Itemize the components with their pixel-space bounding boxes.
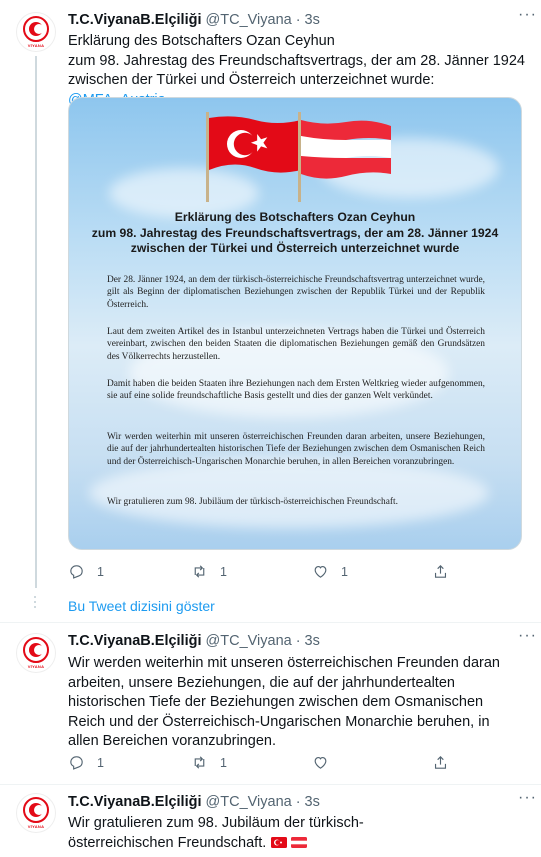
reply-count: 1	[97, 755, 104, 770]
more-icon[interactable]: ···	[518, 790, 537, 806]
avatar[interactable]: VİYANA	[16, 633, 56, 673]
flag-austria-icon	[291, 836, 308, 848]
retweet-button[interactable]: 1	[191, 754, 227, 771]
author-name[interactable]: T.C.ViyanaB.Elçiliği	[68, 10, 202, 30]
tweet-2[interactable]: VİYANA T.C.ViyanaB.Elçiliği @TC_Viyana ·…	[0, 623, 541, 788]
timestamp[interactable]: 3s	[305, 10, 320, 30]
more-icon[interactable]: ···	[518, 628, 537, 644]
share-icon	[434, 756, 447, 769]
avatar-caption: VİYANA	[27, 824, 45, 829]
like-count: 1	[341, 564, 348, 579]
document-paragraph: Damit haben die beiden Staaten ihre Bezi…	[107, 379, 485, 402]
embassy-seal-icon	[23, 637, 49, 663]
like-icon	[314, 565, 327, 578]
tweet-image[interactable]: Erklärung des Botschafters Ozan Ceyhun z…	[68, 97, 522, 550]
tweet-text: Wir werden weiterhin mit unseren österre…	[68, 655, 500, 749]
document-title: Erklärung des Botschafters Ozan Ceyhun z…	[91, 210, 499, 255]
tweet-1[interactable]: VİYANA T.C.ViyanaB.Elçiliği @TC_Viyana ·…	[0, 0, 541, 610]
author-handle[interactable]: @TC_Viyana	[206, 631, 292, 651]
embassy-seal-icon	[23, 16, 49, 42]
avatar-caption: VİYANA	[27, 43, 45, 48]
avatar[interactable]: VİYANA	[16, 793, 56, 833]
retweet-icon	[194, 756, 205, 769]
like-button[interactable]: 1	[312, 563, 348, 580]
reply-count: 1	[97, 564, 104, 579]
share-button[interactable]	[432, 754, 461, 771]
tweet-3[interactable]: VİYANA T.C.ViyanaB.Elçiliği @TC_Viyana ·…	[0, 785, 541, 857]
avatar[interactable]: VİYANA	[16, 12, 56, 52]
thread-line	[35, 56, 37, 588]
tweet-header: T.C.ViyanaB.Elçiliği @TC_Viyana · 3s	[68, 10, 529, 30]
reply-button[interactable]: 1	[68, 754, 104, 771]
retweet-button[interactable]: 1	[191, 563, 227, 580]
flag-austria-icon	[301, 120, 391, 179]
document-paragraph: Wir werden weiterhin mit unseren österre…	[107, 432, 485, 467]
author-handle[interactable]: @TC_Viyana	[206, 10, 292, 30]
embassy-seal-icon	[23, 797, 49, 823]
timestamp[interactable]: 3s	[305, 631, 320, 651]
tweet-header: T.C.ViyanaB.Elçiliği @TC_Viyana · 3s	[68, 631, 529, 651]
reply-icon	[70, 756, 83, 770]
separator-dot: ·	[295, 633, 301, 649]
author-handle[interactable]: @TC_Viyana	[206, 792, 292, 812]
avatar-caption: VİYANA	[27, 664, 45, 669]
tweet-actions: 1 1	[68, 754, 468, 774]
separator-dot: ·	[295, 794, 301, 810]
retweet-count: 1	[220, 564, 227, 579]
timestamp[interactable]: 3s	[305, 792, 320, 812]
share-button[interactable]	[432, 563, 461, 580]
flag-turkey-icon	[209, 116, 301, 173]
like-icon	[314, 756, 327, 769]
like-button[interactable]	[312, 754, 341, 771]
reply-button[interactable]: 1	[68, 563, 104, 580]
author-name[interactable]: T.C.ViyanaB.Elçiliği	[68, 631, 202, 651]
tweet-text: Wir gratulieren zum 98. Jubiläum der tür…	[68, 815, 364, 851]
document-paragraph: Wir gratulieren zum 98. Jubiläum der tür…	[107, 497, 398, 507]
document-paragraph: Laut dem zweiten Artikel des in Istanbul…	[107, 327, 485, 362]
author-name[interactable]: T.C.ViyanaB.Elçiliği	[68, 792, 202, 812]
separator-dot: ·	[295, 12, 301, 28]
show-thread-link[interactable]: Bu Tweet dizisini göster	[68, 598, 215, 614]
reply-icon	[70, 565, 83, 579]
tweet-actions: 1 1 1	[68, 563, 468, 583]
more-icon[interactable]: ···	[518, 7, 537, 23]
share-icon	[434, 565, 447, 578]
flag-turkey-icon	[271, 836, 288, 848]
document-paragraph: Der 28. Jänner 1924, an dem der türkisch…	[107, 275, 485, 310]
retweet-icon	[194, 565, 205, 578]
thread-dots	[34, 596, 36, 611]
retweet-count: 1	[220, 755, 227, 770]
tweet-header: T.C.ViyanaB.Elçiliği @TC_Viyana · 3s	[68, 792, 529, 812]
